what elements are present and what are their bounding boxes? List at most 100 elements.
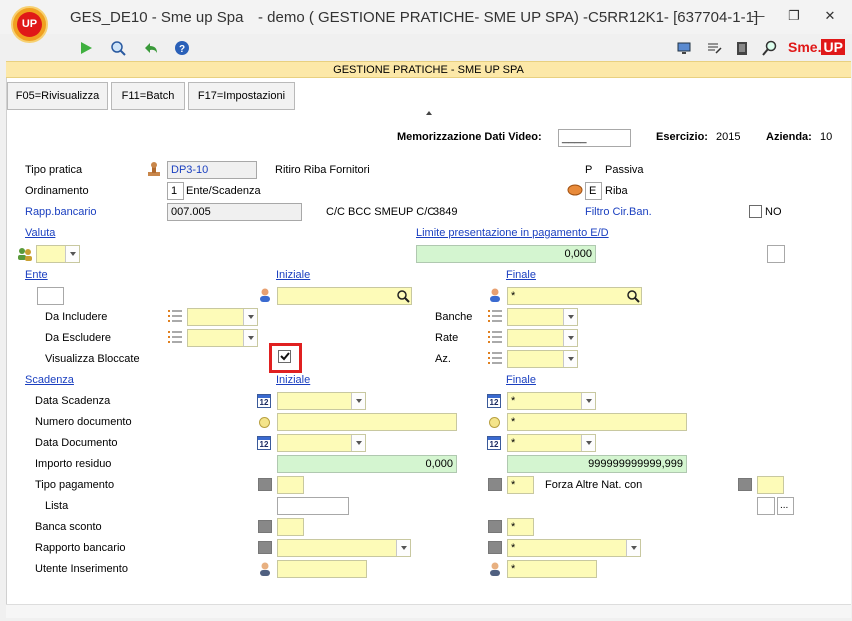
table-icon-3[interactable] bbox=[738, 478, 752, 491]
esercizio-value: 2015 bbox=[716, 131, 741, 143]
scadenza-finale-link[interactable]: Finale bbox=[506, 374, 536, 386]
circle-icon[interactable] bbox=[259, 417, 270, 428]
limite-extra-field[interactable] bbox=[767, 245, 785, 263]
clipboard-icon[interactable] bbox=[734, 40, 752, 58]
lista-extra-field[interactable] bbox=[757, 497, 775, 515]
da-escludere-label: Da Escludere bbox=[45, 332, 112, 344]
banca-sconto-fin[interactable]: * bbox=[507, 518, 534, 536]
rapp-bancario-label[interactable]: Rapp.bancario bbox=[25, 206, 97, 218]
rapp-bancario-field[interactable]: 007.005 bbox=[167, 203, 302, 221]
ente-finale-field[interactable]: * bbox=[507, 287, 642, 305]
ente-iniziale-field[interactable] bbox=[277, 287, 412, 305]
list-icon-banche[interactable] bbox=[488, 309, 502, 323]
filtro-checkbox[interactable] bbox=[749, 205, 762, 218]
scadenza-link[interactable]: Scadenza bbox=[25, 374, 74, 386]
list-icon-az[interactable] bbox=[488, 351, 502, 365]
person-icon[interactable] bbox=[257, 287, 273, 303]
calendar-icon-2[interactable]: 12 bbox=[487, 394, 501, 408]
tipo-pagamento-ini[interactable] bbox=[277, 476, 304, 494]
f11-button[interactable]: F11=Batch bbox=[111, 82, 185, 110]
rapporto-fin-select[interactable]: * bbox=[507, 539, 641, 557]
rapp-bancario-num: 3849 bbox=[433, 206, 458, 218]
coin-icon[interactable] bbox=[567, 183, 583, 199]
list-icon-escludere[interactable] bbox=[168, 330, 182, 344]
forza-field[interactable] bbox=[757, 476, 784, 494]
collapse-arrow-icon[interactable] bbox=[426, 111, 432, 115]
banche-label: Banche bbox=[435, 311, 473, 323]
utente-fin[interactable]: * bbox=[507, 560, 597, 578]
table-icon-2[interactable] bbox=[488, 478, 502, 491]
edit-list-icon[interactable] bbox=[706, 40, 724, 58]
stamp-icon[interactable] bbox=[146, 161, 162, 177]
ordinamento-e-field[interactable]: E bbox=[585, 182, 602, 200]
utente-ini[interactable] bbox=[277, 560, 367, 578]
tipo-pratica-field[interactable]: DP3-10 bbox=[167, 161, 257, 179]
person-icon-2[interactable] bbox=[487, 287, 503, 303]
app-logo-text: UP bbox=[17, 12, 42, 37]
importo-ini[interactable]: 0,000 bbox=[277, 455, 457, 473]
table-icon-7[interactable] bbox=[488, 541, 502, 554]
data-scadenza-fin-select[interactable]: * bbox=[507, 392, 596, 410]
user-icon-2[interactable] bbox=[487, 561, 503, 577]
monitor-icon[interactable] bbox=[676, 40, 694, 58]
search-icon[interactable] bbox=[110, 40, 128, 58]
banca-sconto-ini[interactable] bbox=[277, 518, 304, 536]
brand-up: UP bbox=[821, 39, 845, 55]
list-icon-rate[interactable] bbox=[488, 330, 502, 344]
smeup-brand: Sme. UP bbox=[788, 39, 845, 59]
da-escludere-select[interactable] bbox=[187, 329, 258, 347]
lista-field[interactable] bbox=[277, 497, 349, 515]
importo-fin[interactable]: 999999999999,999 bbox=[507, 455, 687, 473]
scadenza-iniziale-link[interactable]: Iniziale bbox=[276, 374, 310, 386]
ente-finale-link[interactable]: Finale bbox=[506, 269, 536, 281]
calendar-icon-4[interactable]: 12 bbox=[487, 436, 501, 450]
data-documento-ini-select[interactable] bbox=[277, 434, 366, 452]
banca-sconto-label: Banca sconto bbox=[35, 521, 102, 533]
minimize-button[interactable]: — bbox=[743, 6, 773, 26]
zoom-icon[interactable] bbox=[762, 40, 780, 58]
table-icon-6[interactable] bbox=[258, 541, 272, 554]
tipo-p: P bbox=[585, 164, 593, 176]
ente-iniziale-link[interactable]: Iniziale bbox=[276, 269, 310, 281]
limite-link[interactable]: Limite presentazione in pagamento E/D bbox=[416, 227, 609, 239]
memo-input[interactable]: ____ bbox=[558, 129, 631, 147]
f17-button[interactable]: F17=Impostazioni bbox=[188, 82, 295, 110]
data-scadenza-label: Data Scadenza bbox=[35, 395, 111, 407]
help-icon[interactable]: ? bbox=[174, 40, 192, 58]
list-icon[interactable] bbox=[168, 309, 182, 323]
table-icon[interactable] bbox=[258, 478, 272, 491]
valuta-select[interactable] bbox=[36, 245, 80, 263]
f05-button[interactable]: F05=Rivisualizza bbox=[7, 82, 108, 110]
calendar-icon-3[interactable]: 12 bbox=[257, 436, 271, 450]
table-icon-5[interactable] bbox=[488, 520, 502, 533]
people-icon[interactable] bbox=[17, 246, 33, 262]
rapporto-ini-select[interactable] bbox=[277, 539, 411, 557]
ordinamento-label: Ordinamento bbox=[25, 185, 89, 197]
page-banner: GESTIONE PRATICHE - SME UP SPA bbox=[6, 61, 851, 78]
rate-select[interactable] bbox=[507, 329, 578, 347]
tipo-pagamento-fin[interactable]: * bbox=[507, 476, 534, 494]
restore-button[interactable]: ❐ bbox=[779, 6, 809, 26]
user-icon[interactable] bbox=[257, 561, 273, 577]
az-select[interactable] bbox=[507, 350, 578, 368]
banche-select[interactable] bbox=[507, 308, 578, 326]
play-icon[interactable] bbox=[78, 40, 96, 58]
numero-documento-ini[interactable] bbox=[277, 413, 457, 431]
numero-documento-fin[interactable]: * bbox=[507, 413, 687, 431]
limite-field[interactable]: 0,000 bbox=[416, 245, 596, 263]
undo-icon[interactable] bbox=[142, 40, 160, 58]
vis-bloccate-checkbox[interactable] bbox=[278, 350, 291, 363]
ellipsis-button[interactable]: ... bbox=[777, 497, 794, 515]
da-includere-select[interactable] bbox=[187, 308, 258, 326]
ente-link[interactable]: Ente bbox=[25, 269, 48, 281]
azienda-label: Azienda: bbox=[766, 131, 812, 143]
data-scadenza-ini-select[interactable] bbox=[277, 392, 366, 410]
table-icon-4[interactable] bbox=[258, 520, 272, 533]
ordinamento-field[interactable]: 1 bbox=[167, 182, 184, 200]
close-button[interactable]: ✕ bbox=[815, 6, 845, 26]
ente-field[interactable] bbox=[37, 287, 64, 305]
calendar-icon[interactable]: 12 bbox=[257, 394, 271, 408]
valuta-link[interactable]: Valuta bbox=[25, 227, 55, 239]
data-documento-fin-select[interactable]: * bbox=[507, 434, 596, 452]
circle-icon-2[interactable] bbox=[489, 417, 500, 428]
